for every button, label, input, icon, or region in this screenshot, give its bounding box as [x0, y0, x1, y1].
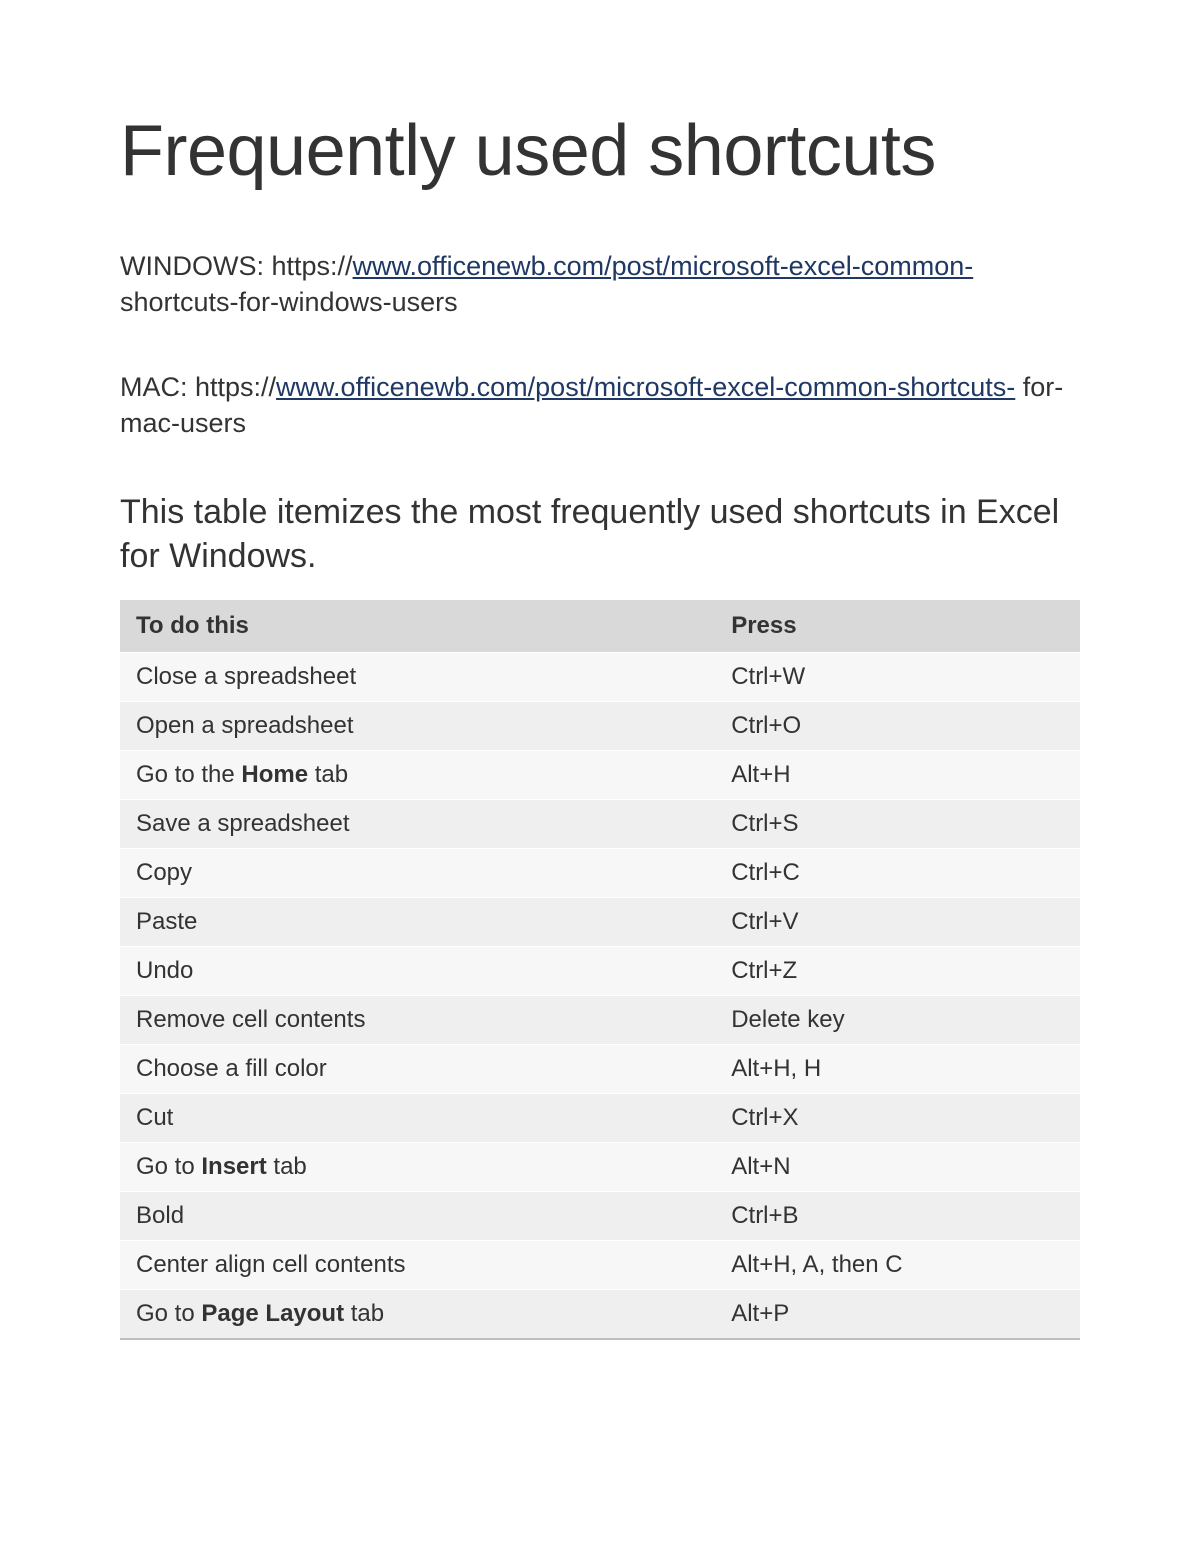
mac-prefix: MAC: https://: [120, 372, 276, 402]
press-cell: Alt+N: [715, 1142, 1080, 1191]
action-cell: Remove cell contents: [120, 995, 715, 1044]
action-cell: Go to Page Layout tab: [120, 1289, 715, 1339]
action-cell: Center align cell contents: [120, 1240, 715, 1289]
action-text: Save a spreadsheet: [136, 810, 349, 837]
table-row: Save a spreadsheet Ctrl+S: [120, 799, 1080, 848]
mac-source-line: MAC: https://www.officenewb.com/post/mic…: [120, 369, 1080, 442]
action-text: Bold: [136, 1202, 184, 1229]
header-press: Press: [715, 600, 1080, 653]
table-row: Undo Ctrl+Z: [120, 946, 1080, 995]
press-cell: Ctrl+Z: [715, 946, 1080, 995]
action-text: tab: [267, 1153, 307, 1180]
action-cell: Paste: [120, 897, 715, 946]
press-cell: Alt+P: [715, 1289, 1080, 1339]
shortcuts-table: To do this Press Close a spreadsheet Ctrl…: [120, 600, 1080, 1340]
action-text: Cut: [136, 1104, 173, 1131]
action-cell: Choose a fill color: [120, 1044, 715, 1093]
table-row: Choose a fill color Alt+H, H: [120, 1044, 1080, 1093]
action-text: Remove cell contents: [136, 1006, 365, 1033]
press-cell: Alt+H, H: [715, 1044, 1080, 1093]
action-bold: Insert: [201, 1153, 266, 1180]
action-cell: Cut: [120, 1093, 715, 1142]
action-text: Undo: [136, 957, 193, 984]
press-cell: Ctrl+S: [715, 799, 1080, 848]
action-text: Go to: [136, 1153, 201, 1180]
action-cell: Copy: [120, 848, 715, 897]
action-cell: Go to the Home tab: [120, 750, 715, 799]
action-cell: Bold: [120, 1191, 715, 1240]
windows-source-line: WINDOWS: https://www.officenewb.com/post…: [120, 248, 1080, 321]
table-row: Go to Insert tabAlt+N: [120, 1142, 1080, 1191]
press-cell: Alt+H, A, then C: [715, 1240, 1080, 1289]
table-row: Open a spreadsheet Ctrl+O: [120, 701, 1080, 750]
table-row: Go to the Home tabAlt+H: [120, 750, 1080, 799]
table-row: Copy Ctrl+C: [120, 848, 1080, 897]
action-text: Center align cell contents: [136, 1251, 405, 1278]
table-caption: This table itemizes the most frequently …: [120, 490, 1080, 578]
press-cell: Ctrl+X: [715, 1093, 1080, 1142]
press-cell: Ctrl+O: [715, 701, 1080, 750]
press-cell: Ctrl+V: [715, 897, 1080, 946]
table-row: Close a spreadsheet Ctrl+W: [120, 652, 1080, 701]
action-bold: Page Layout: [201, 1300, 344, 1327]
press-cell: Alt+H: [715, 750, 1080, 799]
windows-link[interactable]: www.officenewb.com/post/microsoft-excel-…: [353, 251, 974, 281]
action-text: Open a spreadsheet: [136, 712, 354, 739]
action-text: tab: [308, 761, 348, 788]
action-cell: Go to Insert tab: [120, 1142, 715, 1191]
table-row: Paste Ctrl+V: [120, 897, 1080, 946]
windows-prefix: WINDOWS: https://: [120, 251, 353, 281]
action-bold: Home: [241, 761, 308, 788]
header-action: To do this: [120, 600, 715, 653]
table-row: Bold Ctrl+B: [120, 1191, 1080, 1240]
action-cell: Undo: [120, 946, 715, 995]
action-text: Close a spreadsheet: [136, 663, 356, 690]
action-cell: Open a spreadsheet: [120, 701, 715, 750]
action-text: Go to: [136, 1300, 201, 1327]
table-row: Go to Page Layout tabAlt+P: [120, 1289, 1080, 1339]
mac-link[interactable]: www.officenewb.com/post/microsoft-excel-…: [276, 372, 1015, 402]
action-text: Paste: [136, 908, 197, 935]
table-row: Center align cell contents Alt+H, A, then…: [120, 1240, 1080, 1289]
table-row: Cut Ctrl+X: [120, 1093, 1080, 1142]
shortcuts-table-body: Close a spreadsheetCtrl+WOpen a spreadsh…: [120, 652, 1080, 1339]
press-cell: Ctrl+B: [715, 1191, 1080, 1240]
action-cell: Save a spreadsheet: [120, 799, 715, 848]
press-cell: Ctrl+W: [715, 652, 1080, 701]
action-text: Copy: [136, 859, 192, 886]
windows-suffix: shortcuts-for-windows-users: [120, 287, 458, 317]
action-text: tab: [344, 1300, 384, 1327]
action-text: Go to the: [136, 761, 241, 788]
press-cell: Ctrl+C: [715, 848, 1080, 897]
press-cell: Delete key: [715, 995, 1080, 1044]
table-row: Remove cell contents Delete key: [120, 995, 1080, 1044]
action-cell: Close a spreadsheet: [120, 652, 715, 701]
action-text: Choose a fill color: [136, 1055, 327, 1082]
page-title: Frequently used shortcuts: [120, 110, 1080, 193]
